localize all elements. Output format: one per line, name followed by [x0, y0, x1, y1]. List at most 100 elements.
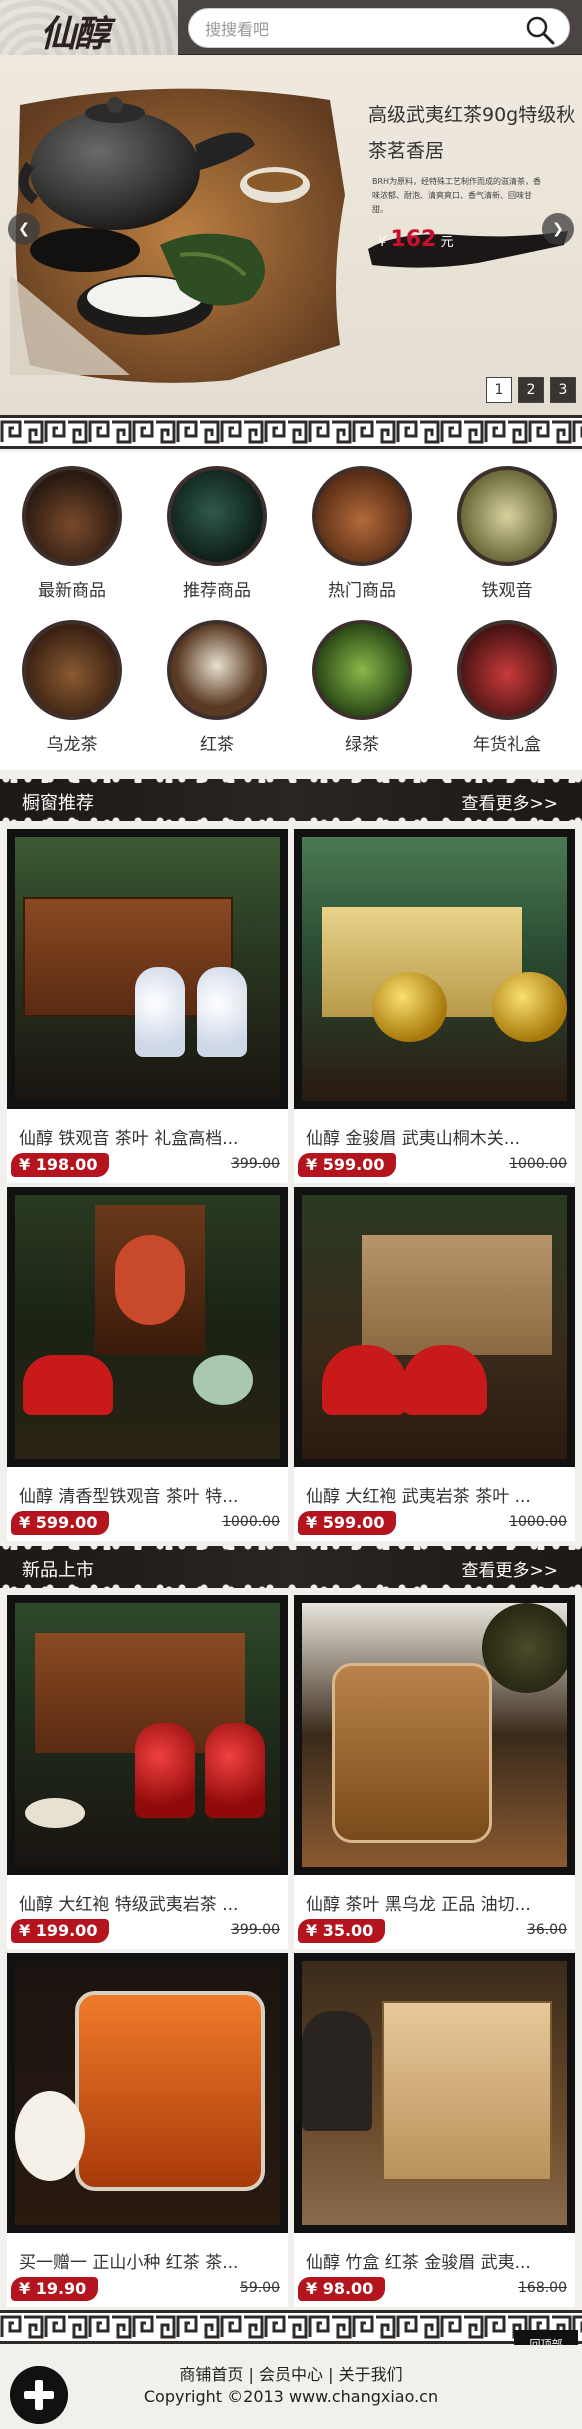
product-price: ¥ 35.00 [298, 1919, 386, 1943]
product-name: 仙醇 金骏眉 武夷山桐木关... [306, 1129, 521, 1149]
product-original-price: 59.00 [239, 2280, 280, 2296]
category-label: 热门商品 [328, 581, 396, 601]
product-image [7, 1187, 288, 1467]
section-more-link[interactable]: 查看更多>> [462, 1556, 559, 1581]
product-name: 仙醇 清香型铁观音 茶叶 特... [19, 1487, 239, 1507]
banner-page-2[interactable]: 2 [518, 377, 544, 403]
product-image [294, 1953, 575, 2233]
footer-link-about[interactable]: 关于我们 [339, 2365, 403, 2384]
footer-link-home[interactable]: 商铺首页 [179, 2365, 243, 2384]
product-card[interactable]: 仙醇 大红袍 特级武夷岩茶 ... ¥ 199.00 399.00 [7, 1595, 288, 1949]
banner-description: BRH为原料，经特殊工艺制作而成的滋清茶，香味浓郁、耐泡、清爽爽口、香气清新、回… [372, 177, 542, 214]
category-green-tea[interactable]: 绿茶 [302, 620, 422, 770]
category-image [457, 620, 557, 720]
product-price: ¥ 599.00 [298, 1511, 397, 1535]
plus-icon[interactable] [10, 2366, 68, 2424]
banner-title[interactable]: 高级武夷红茶90g特级秋茶茗香居 [368, 97, 576, 169]
section-title: 新品上市 [22, 1560, 94, 1581]
banner-slider[interactable]: 高级武夷红茶90g特级秋茶茗香居 BRH为原料，经特殊工艺制作而成的滋清茶，香味… [0, 55, 582, 415]
product-name: 仙醇 竹盒 红茶 金骏眉 武夷... [306, 2253, 531, 2273]
footer: 商铺首页 | 会员中心 | 关于我们 Copyright ©2013 www.c… [0, 2345, 582, 2429]
category-label: 年货礼盒 [473, 735, 541, 755]
product-original-price: 1000.00 [222, 1514, 280, 1530]
product-price: ¥ 98.00 [298, 2277, 386, 2301]
product-image [7, 1595, 288, 1875]
product-price: ¥ 19.90 [11, 2277, 99, 2301]
category-image [457, 466, 557, 566]
category-label: 绿茶 [345, 735, 379, 755]
search-icon[interactable] [525, 15, 555, 45]
fret-pattern [0, 418, 582, 446]
category-oolong[interactable]: 乌龙茶 [12, 620, 132, 770]
product-card[interactable]: 仙醇 金骏眉 武夷山桐木关... ¥ 599.00 1000.00 [294, 829, 575, 1183]
banner-price-value: 162 [390, 227, 437, 252]
product-card[interactable]: 仙醇 铁观音 茶叶 礼盒高档... ¥ 198.00 399.00 [7, 829, 288, 1183]
footer-separator: | [328, 2365, 334, 2384]
header: 仙醇 [0, 0, 582, 55]
banner-teapot-image [10, 88, 345, 383]
category-label: 乌龙茶 [46, 735, 98, 755]
category-image [167, 466, 267, 566]
logo-area[interactable]: 仙醇 [0, 0, 178, 55]
category-label: 推荐商品 [183, 581, 251, 601]
category-gift-box[interactable]: 年货礼盒 [447, 620, 567, 770]
product-original-price: 399.00 [231, 1156, 280, 1172]
category-image [22, 620, 122, 720]
product-price: ¥ 198.00 [11, 1153, 110, 1177]
chevron-right-icon: ❯ [552, 221, 564, 237]
product-card[interactable]: 仙醇 清香型铁观音 茶叶 特... ¥ 599.00 1000.00 [7, 1187, 288, 1541]
product-original-price: 399.00 [231, 1922, 280, 1938]
product-price: ¥ 599.00 [11, 1511, 110, 1535]
category-image [312, 620, 412, 720]
banner-price-suffix: 元 [440, 235, 454, 250]
banner-price: ¥ 162 元 [378, 227, 454, 252]
category-recommended[interactable]: 推荐商品 [157, 466, 277, 616]
category-label: 铁观音 [481, 581, 533, 601]
product-card[interactable]: 仙醇 大红袍 武夷岩茶 茶叶 ... ¥ 599.00 1000.00 [294, 1187, 575, 1541]
banner-pager: 1 2 3 [486, 377, 576, 403]
decorative-fret-border [0, 2310, 582, 2344]
product-card[interactable]: 买一赠一 正山小种 红茶 茶... ¥ 19.90 59.00 [7, 1953, 288, 2307]
footer-link-member[interactable]: 会员中心 [259, 2365, 323, 2384]
chevron-left-icon: ❮ [18, 221, 30, 237]
category-black-tea[interactable]: 红茶 [157, 620, 277, 770]
product-name: 仙醇 大红袍 武夷岩茶 茶叶 ... [306, 1487, 531, 1507]
product-card[interactable]: 仙醇 竹盒 红茶 金骏眉 武夷... ¥ 98.00 168.00 [294, 1953, 575, 2307]
category-label: 最新商品 [38, 581, 106, 601]
product-image [7, 1953, 288, 2233]
category-image [312, 466, 412, 566]
product-image [294, 1595, 575, 1875]
search-input[interactable] [205, 17, 505, 41]
footer-copyright: Copyright ©2013 www.changxiao.cn [143, 2387, 439, 2406]
product-price: ¥ 599.00 [298, 1153, 397, 1177]
category-newest[interactable]: 最新商品 [12, 466, 132, 616]
product-name: 买一赠一 正山小种 红茶 茶... [19, 2253, 239, 2273]
section-more-link[interactable]: 查看更多>> [462, 789, 559, 814]
section-header-recommended: 橱窗推荐 查看更多>> [0, 775, 582, 825]
banner-next-button[interactable]: ❯ [542, 213, 574, 245]
product-name: 仙醇 大红袍 特级武夷岩茶 ... [19, 1895, 239, 1915]
product-name: 仙醇 茶叶 黑乌龙 正品 油切... [306, 1895, 531, 1915]
product-original-price: 168.00 [518, 2280, 567, 2296]
decorative-fret-border [0, 415, 582, 449]
product-price: ¥ 199.00 [11, 1919, 110, 1943]
product-name: 仙醇 铁观音 茶叶 礼盒高档... [19, 1129, 239, 1149]
product-image [294, 1187, 575, 1467]
search-box [188, 8, 570, 48]
category-image [22, 466, 122, 566]
fret-pattern [0, 2313, 582, 2341]
category-tieguanyin[interactable]: 铁观音 [447, 466, 567, 616]
product-original-price: 36.00 [526, 1922, 567, 1938]
banner-prev-button[interactable]: ❮ [8, 213, 40, 245]
banner-page-1[interactable]: 1 [486, 377, 512, 403]
category-grid: 最新商品 推荐商品 热门商品 铁观音 乌龙茶 红茶 绿茶 年货礼盒 [0, 452, 582, 770]
product-original-price: 1000.00 [509, 1156, 567, 1172]
banner-page-3[interactable]: 3 [550, 377, 576, 403]
product-original-price: 1000.00 [509, 1514, 567, 1530]
category-hot[interactable]: 热门商品 [302, 466, 422, 616]
section-title: 橱窗推荐 [22, 793, 94, 814]
product-image [294, 829, 575, 1109]
category-label: 红茶 [200, 735, 234, 755]
product-card[interactable]: 仙醇 茶叶 黑乌龙 正品 油切... ¥ 35.00 36.00 [294, 1595, 575, 1949]
logo[interactable]: 仙醇 [40, 5, 110, 57]
